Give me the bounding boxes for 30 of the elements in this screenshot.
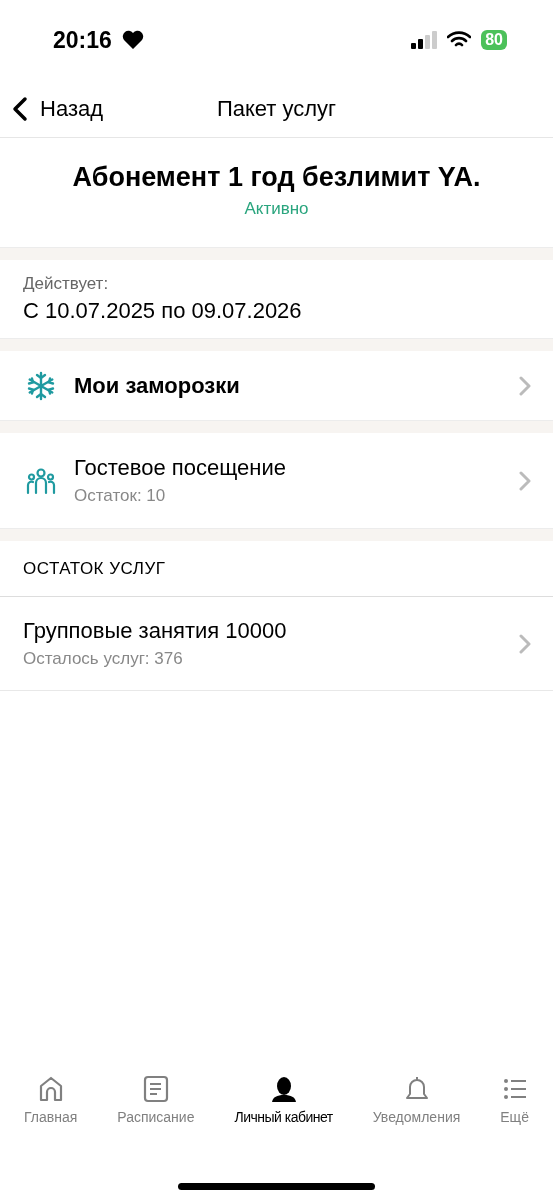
chevron-left-icon — [12, 95, 28, 122]
person-icon — [269, 1075, 298, 1103]
menu-item-title: Гостевое посещение — [74, 455, 287, 481]
page-title: Пакет услуг — [216, 95, 337, 122]
tab-bar-item[interactable]: Главная — [24, 1075, 78, 1145]
document-icon — [141, 1075, 170, 1103]
validity-period: С 10.07.2025 по 09.07.2026 — [23, 298, 303, 324]
tab-bar-item[interactable]: Личный кабинет — [234, 1075, 333, 1145]
tab-bar-item[interactable]: Расписание — [117, 1075, 195, 1145]
tab-bar-item[interactable]: Ещё — [500, 1075, 529, 1145]
chevron-right-icon — [519, 375, 531, 396]
subscription-status: Активно — [244, 199, 309, 219]
tab-bar-item[interactable]: Уведомления — [372, 1075, 461, 1145]
wifi-icon — [447, 31, 472, 49]
heart-icon — [121, 30, 144, 50]
battery-level: 80 — [481, 30, 507, 50]
people-icon — [26, 465, 56, 496]
chevron-right-icon — [519, 470, 531, 491]
menu-item-subtitle: Остаток: 10 — [74, 486, 167, 506]
back-button[interactable]: Назад — [0, 95, 104, 122]
service-remaining: Осталось услуг: 376 — [23, 649, 184, 669]
service-title: Групповые занятия 10000 — [23, 618, 288, 644]
snowflake-icon — [26, 370, 56, 401]
subscription-name: Абонемент 1 год безлимит YA. — [72, 162, 481, 193]
signal-icon — [411, 31, 438, 49]
validity-label: Действует: — [23, 274, 110, 294]
status-time: 20:16 — [53, 26, 112, 54]
section-heading: ОСТАТОК УСЛУГ — [23, 558, 166, 579]
chevron-right-icon — [519, 633, 531, 654]
menu-item-title: Мои заморозки — [74, 372, 241, 399]
